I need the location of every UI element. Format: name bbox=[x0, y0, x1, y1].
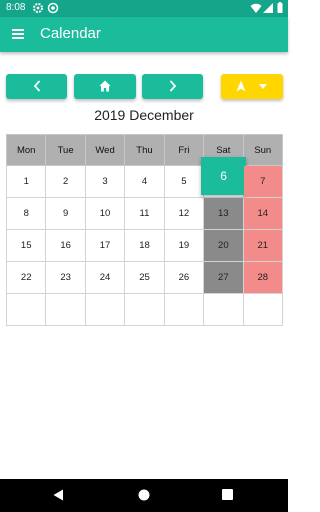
weekday-header: Tue bbox=[45, 134, 86, 166]
navigation-arrow-icon bbox=[236, 80, 246, 92]
status-time: 8:08 bbox=[6, 2, 26, 13]
day-cell[interactable]: 17 bbox=[84, 229, 126, 262]
system-navigation-bar bbox=[0, 479, 288, 512]
day-cell[interactable]: 27 bbox=[203, 261, 244, 294]
day-cell[interactable]: 12 bbox=[163, 197, 205, 230]
menu-icon[interactable] bbox=[10, 26, 26, 42]
signal-icon bbox=[263, 3, 273, 13]
day-cell[interactable]: 11 bbox=[124, 197, 165, 230]
recents-icon[interactable] bbox=[222, 489, 233, 500]
app-title: Calendar bbox=[40, 25, 101, 42]
empty-day-cell bbox=[242, 293, 284, 326]
day-cell[interactable]: 16 bbox=[45, 229, 86, 262]
app-bar: Calendar bbox=[0, 17, 288, 52]
empty-day-cell bbox=[84, 293, 126, 326]
day-cell[interactable]: 23 bbox=[45, 261, 86, 294]
empty-day-cell bbox=[124, 293, 165, 326]
day-cell[interactable]: 20 bbox=[203, 229, 244, 262]
week-row: 15 16 17 18 19 20 21 bbox=[5, 229, 284, 262]
home-circle-icon[interactable] bbox=[138, 489, 150, 501]
month-title: 2019 December bbox=[94, 107, 194, 123]
day-cell[interactable]: 8 bbox=[5, 197, 47, 230]
gear-icon bbox=[33, 3, 43, 13]
empty-day-cell bbox=[45, 293, 86, 326]
day-cell[interactable]: 10 bbox=[84, 197, 126, 230]
day-cell[interactable]: 2 bbox=[45, 165, 86, 198]
week-row: 1 2 3 4 5 6 7 bbox=[5, 157, 284, 198]
day-cell[interactable]: 5 bbox=[163, 165, 205, 198]
day-cell[interactable]: 15 bbox=[5, 229, 47, 262]
day-cell[interactable]: 3 bbox=[84, 165, 126, 198]
day-cell[interactable]: 24 bbox=[84, 261, 126, 294]
day-cell[interactable]: 9 bbox=[45, 197, 86, 230]
empty-day-cell bbox=[163, 293, 205, 326]
day-cell[interactable]: 14 bbox=[242, 197, 284, 230]
day-cell[interactable]: 4 bbox=[124, 165, 165, 198]
selected-day[interactable]: 6 bbox=[201, 157, 247, 195]
week-row: 22 23 24 25 26 27 28 bbox=[5, 261, 284, 294]
day-cell[interactable]: 22 bbox=[5, 261, 47, 294]
day-cell[interactable]: 13 bbox=[203, 197, 244, 230]
weekday-header: Sun bbox=[242, 134, 284, 166]
empty-day-cell bbox=[203, 293, 244, 326]
day-cell-selected[interactable]: 6 bbox=[201, 157, 247, 198]
weekday-header: Fri bbox=[163, 134, 205, 166]
day-cell[interactable]: 19 bbox=[163, 229, 205, 262]
navigate-dropdown-button[interactable] bbox=[221, 74, 283, 99]
chevron-left-icon bbox=[33, 80, 41, 92]
week-row bbox=[5, 293, 284, 326]
weekday-header: Thu bbox=[124, 134, 165, 166]
dropdown-caret-icon bbox=[259, 84, 267, 89]
day-cell[interactable]: 21 bbox=[242, 229, 284, 262]
day-cell[interactable]: 25 bbox=[124, 261, 165, 294]
sync-icon bbox=[47, 2, 59, 14]
day-cell[interactable]: 26 bbox=[163, 261, 205, 294]
weekday-header: Mon bbox=[5, 134, 47, 166]
wifi-icon bbox=[250, 3, 262, 13]
back-icon[interactable] bbox=[53, 489, 64, 501]
week-row: 8 9 10 11 12 13 14 bbox=[5, 197, 284, 230]
previous-month-button[interactable] bbox=[6, 74, 67, 99]
calendar-grid: Mon Tue Wed Thu Fri Sat Sun 1 2 3 4 5 6 … bbox=[5, 134, 284, 326]
home-icon bbox=[99, 80, 111, 92]
day-cell[interactable]: 1 bbox=[5, 165, 47, 198]
day-cell[interactable]: 7 bbox=[242, 165, 284, 198]
chevron-right-icon bbox=[169, 80, 177, 92]
weekday-header: Wed bbox=[84, 134, 126, 166]
day-cell[interactable]: 28 bbox=[242, 261, 284, 294]
battery-icon bbox=[277, 2, 283, 13]
day-cell[interactable]: 18 bbox=[124, 229, 165, 262]
today-button[interactable] bbox=[74, 74, 136, 99]
empty-day-cell bbox=[5, 293, 47, 326]
next-month-button[interactable] bbox=[142, 74, 203, 99]
status-bar: 8:08 bbox=[0, 0, 288, 17]
